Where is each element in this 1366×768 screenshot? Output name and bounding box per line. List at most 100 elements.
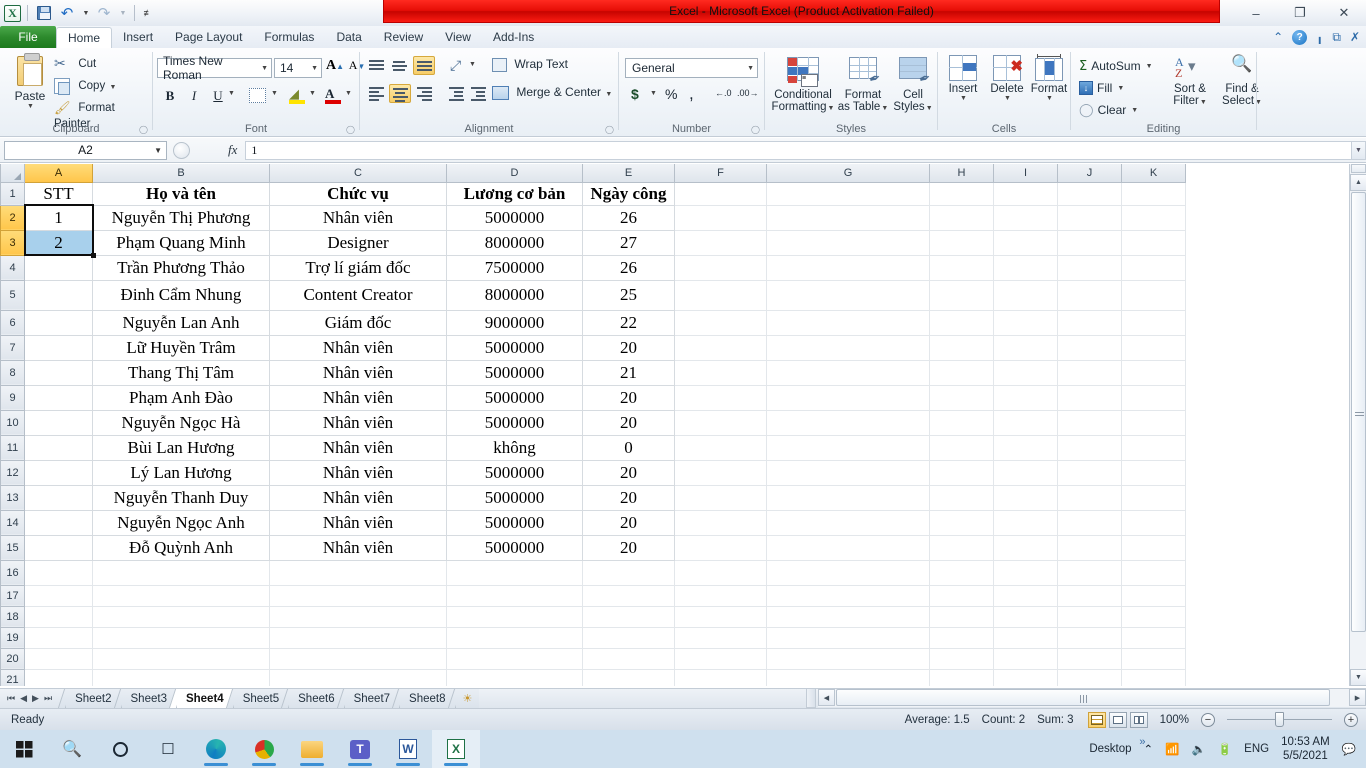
cell-g20[interactable]	[766, 647, 930, 670]
cell-e7[interactable]: 20	[582, 334, 675, 361]
language-indicator[interactable]: ENG	[1244, 743, 1269, 755]
cell-j3[interactable]	[1057, 229, 1122, 256]
cell-h15[interactable]	[929, 534, 994, 561]
horizontal-split-handle[interactable]	[806, 688, 816, 708]
cell-e21[interactable]	[582, 668, 675, 686]
cell-j13[interactable]	[1057, 484, 1122, 511]
cell-e12[interactable]: 20	[582, 459, 675, 486]
cell-e18[interactable]	[582, 605, 675, 628]
cell-e13[interactable]: 20	[582, 484, 675, 511]
cell-f13[interactable]	[674, 484, 767, 511]
cell-e10[interactable]: 20	[582, 409, 675, 436]
customize-quick-access-toolbar-icon[interactable]: ≢	[141, 3, 155, 23]
clock[interactable]: 10:53 AM 5/5/2021	[1281, 735, 1330, 763]
sheet-tab-sheet4[interactable]: Sheet4	[175, 689, 233, 708]
row-header-7[interactable]: 7	[0, 334, 25, 361]
cell-g1[interactable]	[766, 181, 930, 206]
cell-b13[interactable]: Nguyễn Thanh Duy	[92, 484, 270, 511]
cell-g10[interactable]	[766, 409, 930, 436]
cell-k10[interactable]	[1121, 409, 1186, 436]
cell-d5[interactable]: 8000000	[446, 279, 583, 311]
row-header-14[interactable]: 14	[0, 509, 25, 536]
decrease-decimal-icon[interactable]: .00→	[737, 88, 759, 98]
orientation-icon[interactable]: ⤢	[450, 57, 461, 74]
cell-a15[interactable]	[24, 534, 93, 561]
scroll-up-button[interactable]: ▲	[1350, 174, 1366, 191]
cell-f15[interactable]	[674, 534, 767, 561]
cell-c7[interactable]: Nhân viên	[269, 334, 447, 361]
excel-icon[interactable]: X	[432, 730, 480, 768]
cell-g17[interactable]	[766, 584, 930, 607]
row-header-18[interactable]: 18	[0, 605, 25, 628]
cell-j15[interactable]	[1057, 534, 1122, 561]
cell-j1[interactable]	[1057, 181, 1122, 206]
cell-h11[interactable]	[929, 434, 994, 461]
cell-a10[interactable]	[24, 409, 93, 436]
cell-i7[interactable]	[993, 334, 1058, 361]
cell-b4[interactable]: Trần Phương Thảo	[92, 254, 270, 281]
tab-review[interactable]: Review	[373, 26, 434, 48]
cell-d16[interactable]	[446, 559, 583, 586]
horizontal-scrollbar[interactable]: ◀ ▶	[818, 689, 1366, 707]
scroll-left-button[interactable]: ◀	[818, 689, 835, 706]
cell-a5[interactable]	[24, 279, 93, 311]
merge-dropdown-arrow[interactable]: ▼	[605, 91, 612, 98]
cell-e11[interactable]: 0	[582, 434, 675, 461]
cell-a3[interactable]: 2	[24, 229, 93, 256]
decrease-indent-icon[interactable]	[448, 86, 465, 101]
cell-b16[interactable]	[92, 559, 270, 586]
cell-f21[interactable]	[674, 668, 767, 686]
cell-c11[interactable]: Nhân viên	[269, 434, 447, 461]
cell-i10[interactable]	[993, 409, 1058, 436]
word-icon[interactable]: W	[384, 730, 432, 768]
column-header-j[interactable]: J	[1057, 164, 1122, 183]
font-dialog-launcher[interactable]: ◯	[346, 125, 355, 134]
last-sheet-button[interactable]: ⏭	[44, 693, 52, 704]
cell-e14[interactable]: 20	[582, 509, 675, 536]
cell-c17[interactable]	[269, 584, 447, 607]
cell-b20[interactable]	[92, 647, 270, 670]
minimize-button[interactable]: –	[1234, 0, 1278, 26]
font-color-button[interactable]: A	[325, 86, 341, 104]
undo-button[interactable]: ↶	[57, 3, 77, 23]
cell-c15[interactable]: Nhân viên	[269, 534, 447, 561]
cell-f19[interactable]	[674, 626, 767, 649]
help-icon[interactable]: ?	[1292, 29, 1308, 45]
zoom-slider-thumb[interactable]	[1275, 712, 1284, 727]
cell-d15[interactable]: 5000000	[446, 534, 583, 561]
cell-f10[interactable]	[674, 409, 767, 436]
cell-a17[interactable]	[24, 584, 93, 607]
cell-k5[interactable]	[1121, 279, 1186, 311]
redo-dropdown[interactable]: ▼	[117, 3, 128, 23]
cell-d8[interactable]: 5000000	[446, 359, 583, 386]
scroll-down-button[interactable]: ▼	[1350, 669, 1366, 686]
row-header-9[interactable]: 9	[0, 384, 25, 411]
desktop-peek-label[interactable]: Desktop »	[1089, 736, 1145, 755]
number-dialog-launcher[interactable]: ◯	[751, 125, 760, 134]
row-header-21[interactable]: 21	[0, 668, 25, 686]
cell-i13[interactable]	[993, 484, 1058, 511]
cell-b6[interactable]: Nguyễn Lan Anh	[92, 309, 270, 336]
fill-button[interactable]: ↓ Fill ▼	[1079, 78, 1124, 98]
row-header-20[interactable]: 20	[0, 647, 25, 670]
cell-a11[interactable]	[24, 434, 93, 461]
cell-e9[interactable]: 20	[582, 384, 675, 411]
cell-c9[interactable]: Nhân viên	[269, 384, 447, 411]
cell-i15[interactable]	[993, 534, 1058, 561]
cell-i21[interactable]	[993, 668, 1058, 686]
tab-add-ins[interactable]: Add-Ins	[482, 26, 545, 48]
cell-d13[interactable]: 5000000	[446, 484, 583, 511]
sort-and-filter-button[interactable]: A Z ▾ Sort & Filter▼	[1166, 55, 1214, 109]
cell-d2[interactable]: 5000000	[446, 204, 583, 231]
cell-i17[interactable]	[993, 584, 1058, 607]
cell-c14[interactable]: Nhân viên	[269, 509, 447, 536]
cell-f6[interactable]	[674, 309, 767, 336]
cell-f2[interactable]	[674, 204, 767, 231]
cell-c3[interactable]: Designer	[269, 229, 447, 256]
tab-home[interactable]: Home	[56, 27, 113, 49]
cell-k18[interactable]	[1121, 605, 1186, 628]
align-middle-icon[interactable]	[391, 58, 408, 73]
italic-button[interactable]: I	[183, 86, 205, 106]
accounting-format-button[interactable]: $	[631, 86, 639, 102]
cell-e19[interactable]	[582, 626, 675, 649]
